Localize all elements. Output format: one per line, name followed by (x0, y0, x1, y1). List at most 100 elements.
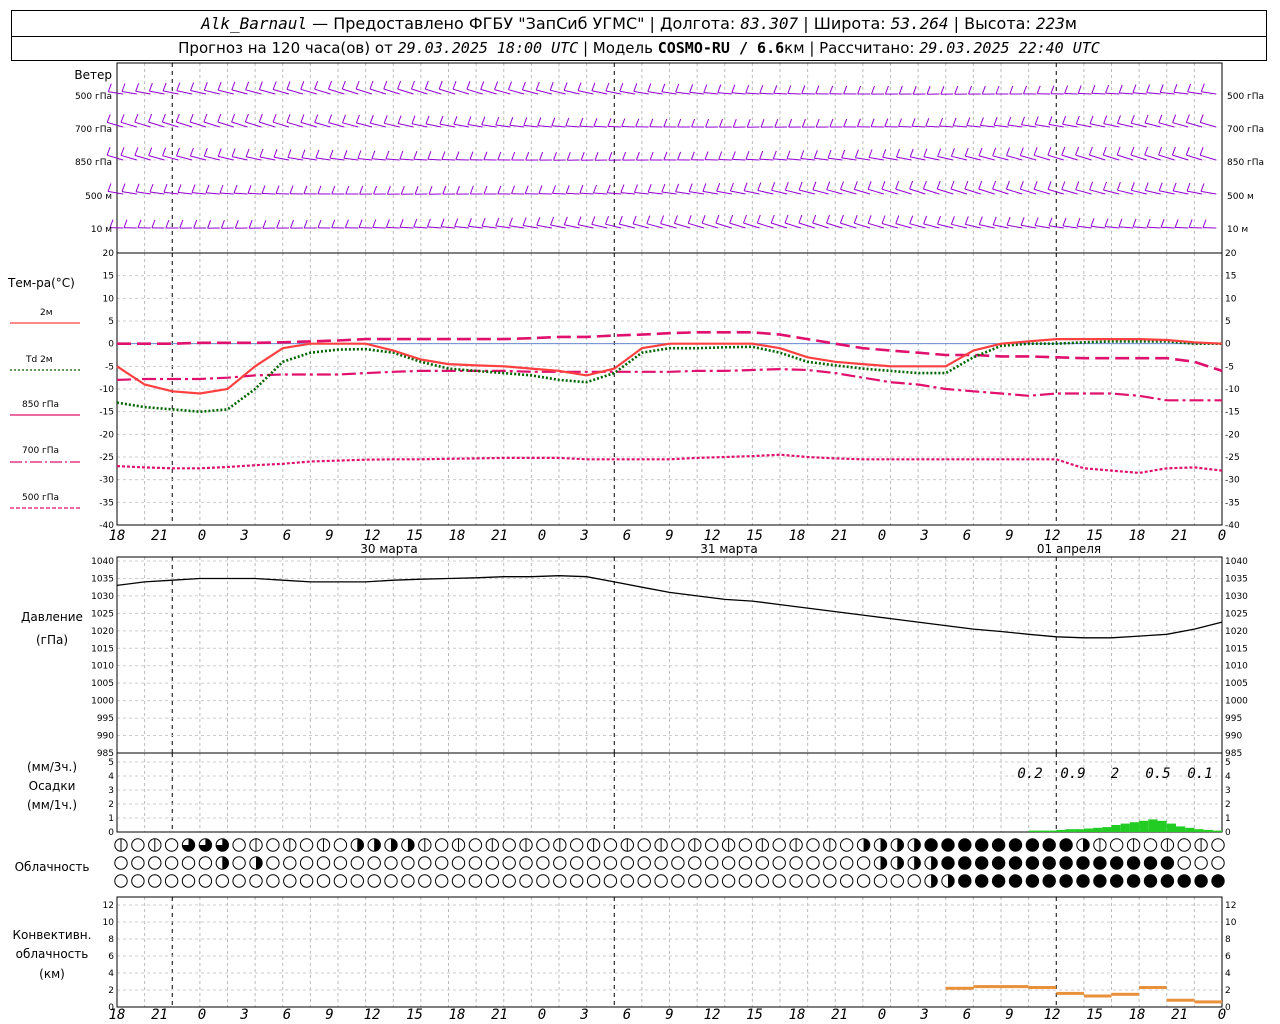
precip-bar (1166, 823, 1176, 832)
wind-level-left-3: 850 гПа (75, 158, 112, 168)
wind-barb-flag (964, 147, 969, 157)
cloud-circle (164, 838, 179, 852)
precip-unit-3h: (мм/3ч.) (27, 760, 77, 774)
wind-barb (701, 215, 719, 229)
cloud-fill (914, 856, 921, 870)
wind-barb (189, 113, 207, 128)
wind-barb-flag (593, 118, 598, 127)
cloud-circle (924, 838, 938, 852)
wind-barb-flag (189, 147, 194, 157)
wind-barb (715, 214, 732, 229)
wind-barb-flag (591, 216, 596, 225)
pressure-tick-right: 1005 (1225, 679, 1248, 689)
wind-barb-flag (414, 186, 419, 195)
wind-barb-flag (1034, 116, 1039, 125)
wind-barb-shaft (566, 192, 580, 195)
precip-bar (1056, 829, 1066, 832)
wind-barb-flag (258, 81, 263, 90)
wind-barb-shaft (731, 92, 746, 95)
wind-barb-flag (231, 81, 236, 91)
cloud-cell (114, 874, 128, 888)
wind-barb (369, 80, 387, 95)
wind-barb-shaft (386, 226, 400, 229)
wind-barb-flag (149, 183, 154, 193)
wind-barb-flag (371, 150, 376, 159)
cloud-cell (620, 838, 634, 852)
wind-barb (120, 114, 137, 128)
wind-barb (649, 118, 663, 128)
wind-barb-flag (566, 152, 571, 161)
precip-accum-1: 0.2 (1017, 766, 1042, 782)
wind-barb-shaft (1132, 226, 1147, 229)
wind-barb-flag (856, 118, 861, 127)
cloud-cell (570, 856, 584, 870)
pressure-tick-left: 995 (97, 714, 114, 724)
legend-label-500: 500 гПа (22, 493, 59, 503)
cloud-circle (856, 856, 871, 870)
conv-bar (945, 986, 974, 990)
cloud-cell (907, 856, 921, 870)
wind-barb-shaft (648, 191, 663, 195)
wind-barb (563, 216, 580, 229)
wind-barb-flag (563, 82, 568, 91)
cloud-cell (367, 874, 381, 888)
cloud-circle (1110, 874, 1124, 888)
wind-barb-flag (1034, 217, 1039, 226)
wind-barb-flag (909, 215, 914, 224)
wind-barb-shaft (261, 192, 276, 195)
wind-barb-shaft (1006, 155, 1023, 161)
wind-barb (856, 118, 871, 128)
wind-barb-shaft (190, 90, 207, 95)
wind-barb-flag (801, 85, 806, 94)
pressure-tick-right: 1030 (1225, 592, 1248, 602)
precip-tick-left: 2 (108, 800, 114, 810)
wind-barb (829, 118, 843, 128)
wind-barb-shaft (439, 88, 456, 95)
wind-barb (1199, 147, 1217, 161)
wind-barb-flag (397, 80, 402, 90)
cloud-circle (181, 874, 196, 888)
cloud-cell (536, 874, 550, 888)
wind-barb-shaft (577, 90, 594, 95)
wind-barb-shaft (854, 188, 871, 195)
wind-barb (466, 81, 483, 95)
wind-barb (120, 147, 137, 161)
cloud-circle (1059, 856, 1073, 870)
cloud-cell (823, 856, 837, 870)
wind-barb-flag (483, 151, 488, 160)
cloud-cell (789, 838, 803, 852)
wind-barb-shaft (550, 89, 566, 95)
wind-barb-shaft (191, 192, 207, 195)
wind-barb (355, 114, 373, 128)
cloud-cell (266, 838, 280, 852)
cloud-cell (806, 838, 820, 852)
wind-barb-flag (495, 217, 500, 227)
wind-barb-flag (1061, 146, 1066, 156)
wind-barb-flag (217, 148, 222, 157)
time-tick-label-upper: 21 (491, 528, 508, 544)
wind-barb-flag (331, 185, 336, 195)
cloud-cell (148, 874, 162, 888)
cloud-cell (553, 874, 567, 888)
wind-barb-flag (1146, 84, 1151, 93)
wind-barb-flag (812, 214, 817, 224)
precip-tick-left: 1 (108, 814, 114, 824)
cloud-fill (897, 856, 904, 870)
wind-barb-flag (1048, 217, 1053, 226)
wind-barb (483, 151, 497, 161)
wind-barb-flag (1104, 218, 1109, 227)
temp-tick-left: 10 (103, 294, 115, 304)
wind-barb (549, 82, 566, 95)
precip-bar (1212, 830, 1222, 832)
wind-barb (553, 152, 566, 161)
wind-barb (1146, 84, 1161, 95)
wind-barb (801, 118, 815, 128)
wind-barb (746, 119, 760, 128)
wind-barb-flag (634, 184, 638, 193)
time-tick-label-upper: 21 (1171, 528, 1188, 544)
wind-barb (207, 220, 220, 229)
wind-barb-flag (521, 81, 526, 91)
wind-barb-shaft (1048, 123, 1064, 128)
cloud-circle (485, 856, 499, 870)
wind-barb (231, 148, 248, 161)
